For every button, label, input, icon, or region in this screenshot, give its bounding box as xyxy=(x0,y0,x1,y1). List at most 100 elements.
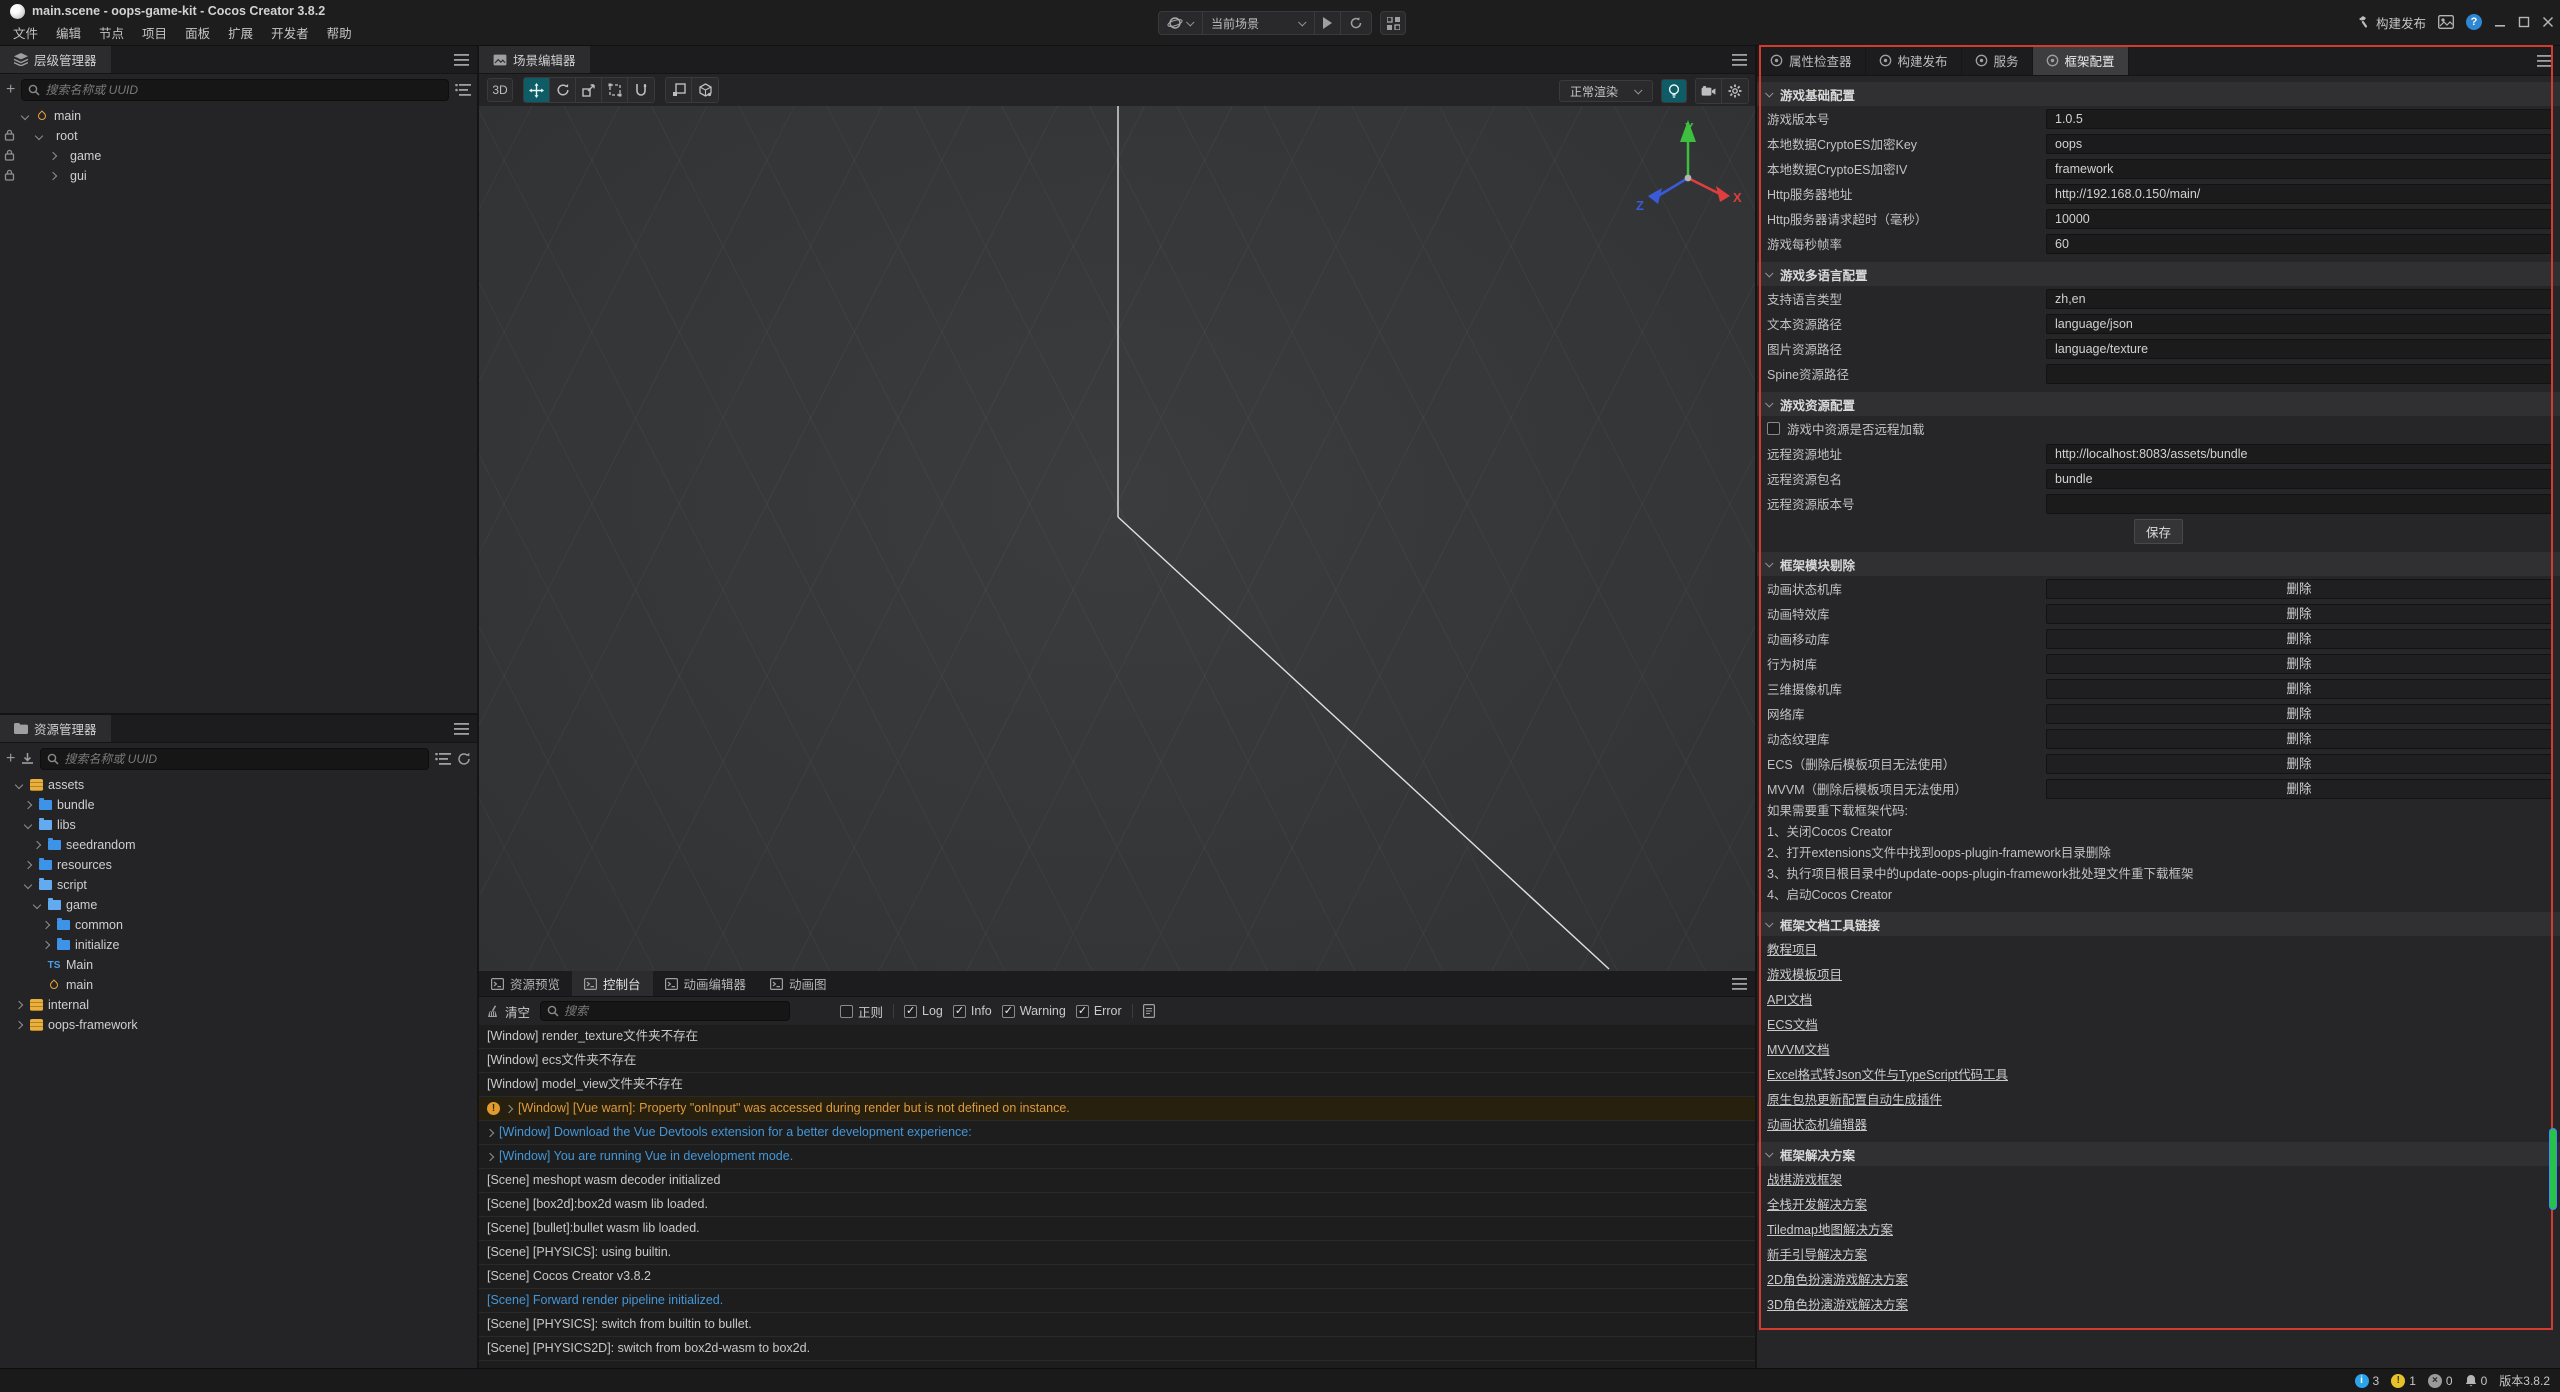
preview-target-select[interactable] xyxy=(1159,12,1203,34)
field-input[interactable]: language/texture xyxy=(2046,339,2552,359)
doc-link[interactable]: 游戏模板项目 xyxy=(1767,964,1842,983)
log-row[interactable]: ! [Scene] Cocos Creator v3.8.2 xyxy=(479,1265,1755,1289)
hierarchy-node[interactable]: TS main xyxy=(0,106,477,126)
solution-link[interactable]: 3D角色扮演游戏解决方案 xyxy=(1767,1294,1908,1313)
asset-node[interactable]: TS seedrandom xyxy=(0,835,477,855)
rotate-tool-button[interactable] xyxy=(550,78,576,102)
expand-arrow-icon[interactable] xyxy=(32,902,42,908)
notification-count[interactable]: 0 xyxy=(2465,1374,2488,1388)
log-row[interactable]: ! [Scene] [bullet]:bullet wasm lib loade… xyxy=(479,1217,1755,1241)
clear-console-button[interactable]: 清空 xyxy=(487,1002,530,1021)
delete-button[interactable]: 删除 xyxy=(2046,654,2552,674)
minimize-button[interactable] xyxy=(2494,16,2506,28)
hierarchy-node[interactable]: TS game xyxy=(0,146,477,166)
section-resources[interactable]: 游戏资源配置 xyxy=(1757,392,2560,416)
expand-arrow-icon[interactable] xyxy=(32,982,42,988)
lock-icon[interactable] xyxy=(4,109,18,123)
expand-arrow-icon[interactable] xyxy=(20,113,30,119)
restart-button[interactable] xyxy=(1341,12,1371,34)
hierarchy-search-input[interactable] xyxy=(45,83,442,97)
menu-item[interactable]: 编辑 xyxy=(47,23,90,45)
inspector-tab[interactable]: 服务 xyxy=(1962,46,2033,75)
expand-log-icon[interactable] xyxy=(506,1097,512,1120)
doc-link[interactable]: 原生包热更新配置自动生成插件 xyxy=(1767,1089,1942,1108)
section-game-basic[interactable]: 游戏基础配置 xyxy=(1757,82,2560,106)
log-row[interactable]: ! [Scene] [PHYSICS]: switch from builtin… xyxy=(479,1313,1755,1337)
panel-menu-icon[interactable] xyxy=(1732,54,1747,66)
warning-count[interactable]: !1 xyxy=(2391,1374,2416,1388)
inspector-tab[interactable]: 属性检查器 xyxy=(1757,46,1866,75)
delete-button[interactable]: 删除 xyxy=(2046,754,2552,774)
play-button[interactable] xyxy=(1315,12,1341,34)
section-modules[interactable]: 框架模块剔除 xyxy=(1757,552,2560,576)
asset-node[interactable]: TS libs xyxy=(0,815,477,835)
asset-node[interactable]: TS internal xyxy=(0,995,477,1015)
asset-node[interactable]: TS resources xyxy=(0,855,477,875)
delete-button[interactable]: 删除 xyxy=(2046,629,2552,649)
tab-scene-editor[interactable]: 场景编辑器 xyxy=(479,46,590,73)
create-node-button[interactable]: + xyxy=(6,81,15,99)
expand-arrow-icon[interactable] xyxy=(14,782,24,788)
save-button[interactable]: 保存 xyxy=(2134,519,2183,544)
lock-icon[interactable] xyxy=(4,129,18,143)
create-asset-button[interactable]: + xyxy=(6,750,15,768)
scene-settings-button[interactable] xyxy=(1722,79,1748,103)
panel-menu-icon[interactable] xyxy=(1732,978,1747,990)
solution-link[interactable]: 2D角色扮演游戏解决方案 xyxy=(1767,1269,1908,1288)
expand-arrow-icon[interactable] xyxy=(32,962,42,968)
info-count[interactable]: i3 xyxy=(2355,1374,2380,1388)
field-input[interactable]: oops xyxy=(2046,134,2552,154)
scale-tool-button[interactable] xyxy=(576,78,602,102)
asset-node[interactable]: TS game xyxy=(0,895,477,915)
regex-checkbox-box[interactable] xyxy=(840,1005,853,1018)
log-file-icon[interactable] xyxy=(1143,1004,1155,1018)
section-language[interactable]: 游戏多语言配置 xyxy=(1757,262,2560,286)
hierarchy-node[interactable]: TS gui xyxy=(0,166,477,186)
solution-link[interactable]: 全栈开发解决方案 xyxy=(1767,1194,1867,1213)
filter-icon[interactable] xyxy=(455,84,471,96)
build-publish-button[interactable]: 构建发布 xyxy=(2357,13,2426,32)
delete-button[interactable]: 删除 xyxy=(2046,579,2552,599)
menu-item[interactable]: 面板 xyxy=(176,23,219,45)
log-filter-checkbox[interactable]: Error xyxy=(1076,1004,1122,1018)
solution-link[interactable]: Tiledmap地图解决方案 xyxy=(1767,1219,1893,1238)
maximize-button[interactable] xyxy=(2518,16,2530,28)
expand-log-icon[interactable] xyxy=(487,1121,493,1144)
log-row[interactable]: ! [Window] ecs文件夹不存在 xyxy=(479,1049,1755,1073)
camera-preview-button[interactable] xyxy=(1696,79,1722,103)
snap-local-button[interactable] xyxy=(666,78,692,102)
qrcode-button[interactable] xyxy=(1380,11,1406,35)
log-row[interactable]: ! [Scene] meshopt wasm decoder initializ… xyxy=(479,1169,1755,1193)
log-row[interactable]: ! [Window] You are running Vue in develo… xyxy=(479,1145,1755,1169)
doc-link[interactable]: 教程项目 xyxy=(1767,939,1817,958)
filter-icon[interactable] xyxy=(435,753,451,765)
asset-node[interactable]: TS assets xyxy=(0,775,477,795)
hierarchy-search[interactable] xyxy=(21,79,449,101)
log-row[interactable]: ! [Window] [Vue warn]: Property "onInput… xyxy=(479,1097,1755,1121)
delete-button[interactable]: 删除 xyxy=(2046,604,2552,624)
field-input[interactable]: language/json xyxy=(2046,314,2552,334)
tab-hierarchy[interactable]: 层级管理器 xyxy=(0,46,111,73)
log-row[interactable]: ! [Window] render_texture文件夹不存在 xyxy=(479,1025,1755,1049)
assets-search[interactable] xyxy=(40,748,429,770)
screenshot-icon[interactable] xyxy=(2438,15,2454,29)
asset-node[interactable]: TS common xyxy=(0,915,477,935)
solution-link[interactable]: 新手引导解决方案 xyxy=(1767,1244,1867,1263)
log-row[interactable]: ! [Window] model_view文件夹不存在 xyxy=(479,1073,1755,1097)
field-input[interactable]: http://localhost:8083/assets/bundle xyxy=(2046,444,2552,464)
log-filter-checkbox[interactable]: Info xyxy=(953,1004,992,1018)
inspector-scrollbar-thumb[interactable] xyxy=(2549,1128,2557,1210)
filter-checkbox-box[interactable] xyxy=(1076,1005,1089,1018)
scene-viewport[interactable]: Y X Z xyxy=(479,106,1755,971)
delete-button[interactable]: 删除 xyxy=(2046,704,2552,724)
filter-checkbox-box[interactable] xyxy=(1002,1005,1015,1018)
field-input[interactable] xyxy=(2046,364,2552,384)
lighting-toggle-button[interactable] xyxy=(1661,79,1687,103)
doc-link[interactable]: API文档 xyxy=(1767,989,1812,1008)
assets-search-input[interactable] xyxy=(64,752,422,766)
expand-arrow-icon[interactable] xyxy=(14,1002,24,1008)
regex-checkbox[interactable]: 正则 xyxy=(840,1002,883,1021)
inspector-tab[interactable]: 框架配置 xyxy=(2033,46,2129,75)
doc-link[interactable]: Excel格式转Json文件与TypeScript代码工具 xyxy=(1767,1064,2008,1083)
asset-node[interactable]: TS oops-framework xyxy=(0,1015,477,1035)
